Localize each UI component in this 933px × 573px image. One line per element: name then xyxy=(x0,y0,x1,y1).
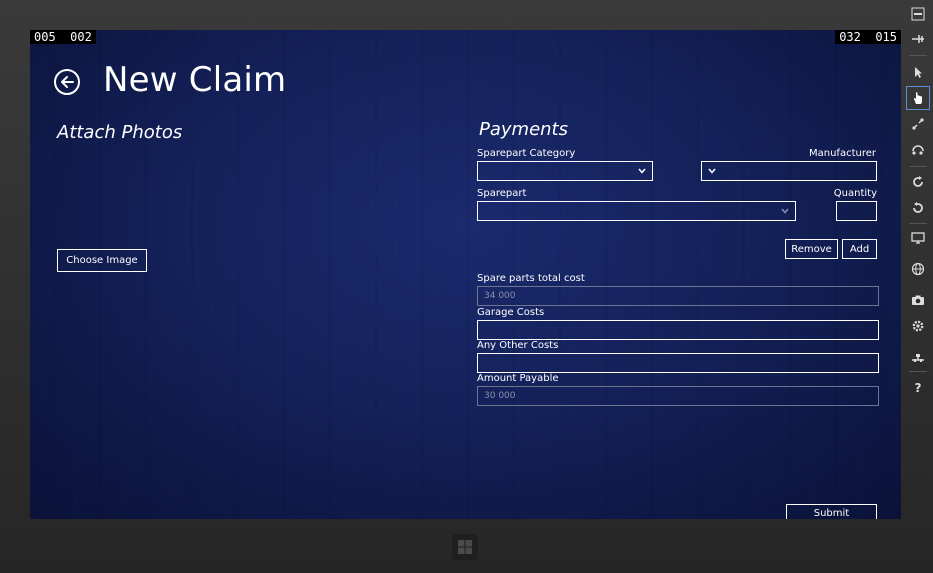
settings-icon[interactable] xyxy=(907,315,929,337)
rotate-counterclockwise-icon[interactable] xyxy=(907,197,929,219)
frame-rate-counter-left: 005 002 xyxy=(30,30,96,44)
rotate-clockwise-icon[interactable] xyxy=(907,171,929,193)
windows-button[interactable] xyxy=(452,534,478,560)
amount-payable-field xyxy=(477,386,879,406)
payments-heading: Payments xyxy=(479,119,568,140)
pointer-icon[interactable] xyxy=(907,61,929,83)
back-button[interactable] xyxy=(54,69,80,95)
windows-logo-icon xyxy=(458,540,472,554)
manufacturer-select[interactable] xyxy=(701,161,877,181)
app-screen: 005 002 032 015 New Claim Attach Photos … xyxy=(30,30,901,519)
frame-rate-counter-right: 032 015 xyxy=(835,30,901,44)
chevron-down-icon xyxy=(781,208,789,214)
sparepart-select[interactable] xyxy=(477,201,796,221)
touch-icon[interactable] xyxy=(906,86,930,110)
pin-icon[interactable] xyxy=(907,28,929,50)
remove-button[interactable]: Remove xyxy=(785,239,838,259)
amount-payable-label: Amount Payable xyxy=(477,373,559,384)
minimize-icon[interactable] xyxy=(907,3,929,25)
quantity-label: Quantity xyxy=(833,188,877,199)
quantity-input[interactable] xyxy=(836,201,877,221)
pinch-zoom-icon[interactable] xyxy=(907,113,929,135)
choose-image-button[interactable]: Choose Image xyxy=(57,249,147,272)
other-costs-input[interactable] xyxy=(477,353,879,373)
location-icon[interactable] xyxy=(907,258,929,280)
spare-parts-total-label: Spare parts total cost xyxy=(477,273,585,284)
garage-costs-input[interactable] xyxy=(477,320,879,340)
sparepart-category-label: Sparepart Category xyxy=(477,148,576,159)
simulator-toolbar: ? xyxy=(903,0,933,400)
network-icon[interactable] xyxy=(907,347,929,369)
other-costs-label: Any Other Costs xyxy=(477,340,559,351)
spare-parts-total-field xyxy=(477,286,879,306)
help-icon[interactable]: ? xyxy=(907,377,929,399)
submit-button[interactable]: Submit xyxy=(786,504,877,519)
screenshot-icon[interactable] xyxy=(907,289,929,311)
attach-photos-heading: Attach Photos xyxy=(57,122,183,143)
garage-costs-label: Garage Costs xyxy=(477,307,545,318)
resolution-icon[interactable] xyxy=(907,227,929,249)
page-title: New Claim xyxy=(103,60,287,100)
sparepart-label: Sparepart xyxy=(477,188,527,199)
manufacturer-label: Manufacturer xyxy=(809,148,876,159)
add-button[interactable]: Add xyxy=(842,239,877,259)
sparepart-category-select[interactable] xyxy=(477,161,653,181)
back-arrow-icon xyxy=(61,76,74,88)
chevron-down-icon xyxy=(638,168,646,174)
rotate-touch-icon[interactable] xyxy=(907,139,929,161)
chevron-down-icon xyxy=(708,168,716,174)
